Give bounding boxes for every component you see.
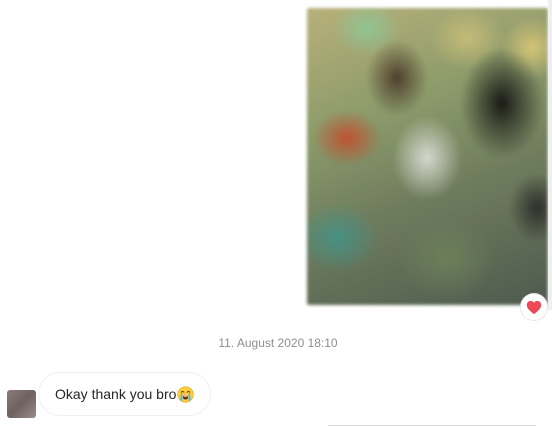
heart-icon [526,300,542,314]
received-message-bubble[interactable]: Okay thank you bro [38,372,212,416]
message-text: Okay thank you bro [55,386,177,402]
loudly-crying-face-icon [177,385,195,403]
avatar[interactable] [7,390,36,418]
sent-photo[interactable] [307,8,548,305]
scrollbar[interactable] [548,0,552,310]
chat-thread: 11. August 2020 18:10 Okay thank you bro [0,0,552,427]
divider [328,425,536,426]
message-reaction[interactable] [521,294,547,320]
message-timestamp: 11. August 2020 18:10 [218,336,338,350]
